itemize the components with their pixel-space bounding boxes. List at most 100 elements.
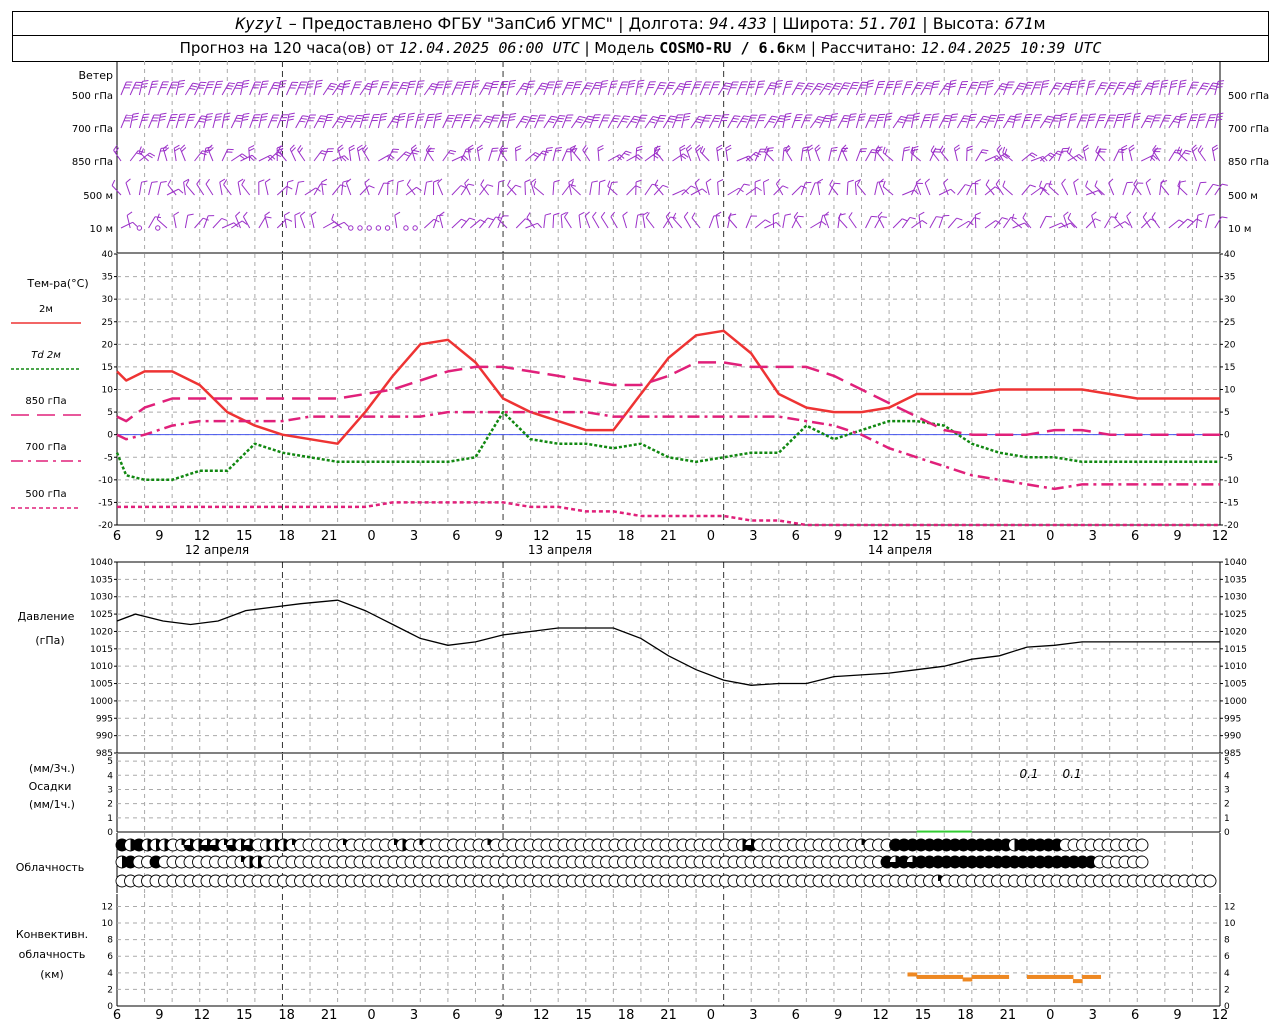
wind-barb [310,211,317,229]
wind-barb-shaft [854,181,857,196]
wind-barb-feather [1203,82,1210,85]
wind-barb [1214,183,1228,196]
conv-tick-label-right: 10 [1224,919,1236,929]
wind-barb-shaft [469,81,475,96]
wind-level-label-right: 700 гПа [1228,124,1269,135]
wind-barb [883,112,893,129]
wind-barb-shaft [230,82,238,96]
wind-barb [975,149,989,162]
wind-barb-feather [945,114,952,117]
wind-barb-feather [343,83,351,85]
wind-barb-feather [173,211,180,216]
wind-barb [773,185,789,196]
wind-barb-feather [775,86,782,88]
time-tick-label: 9 [495,529,503,544]
precip-tick-label: 2 [107,800,113,810]
wind-barb-feather [509,79,516,82]
wind-barb-feather [526,212,531,218]
day-label: 14 апреля [868,543,932,557]
conv-cloud-segment [1091,974,1102,979]
wind-barb-feather [216,113,223,115]
wind-barb-feather [555,83,563,85]
wind-barb-feather [553,179,560,183]
wind-barb [341,179,349,196]
wind-barb-feather [379,118,386,121]
wind-barb-feather [486,115,494,118]
conv-title-2: облачность [19,948,86,961]
wind-barb [920,114,932,129]
wind-barb-shaft [1195,114,1201,129]
wind-barb-shaft [460,114,467,129]
wind-barb-shaft [791,114,798,129]
wind-barb-feather [676,88,683,91]
wind-barb-feather [1060,115,1067,118]
wind-barb-feather [1212,144,1218,149]
wind-barb [901,81,914,96]
wind-barb-shaft [138,114,144,129]
wind-barb-feather [832,113,839,115]
wind-barb-shaft [515,147,517,162]
wind-barb-feather [1197,213,1204,216]
wind-barb-shaft [708,115,716,129]
time-tick-label-bottom: 15 [915,1008,932,1023]
wind-barb-feather [678,85,685,88]
temp-tick-label: -10 [98,476,113,486]
wind-barb-feather [964,115,971,117]
wind-barb-shaft [892,218,903,229]
wind-barb-feather [1016,113,1023,115]
conv-tick-label-right: 6 [1224,952,1230,962]
wind-barb-feather [954,147,961,152]
temp-tick-label-right: 20 [1224,340,1236,350]
wind-barb-feather [773,212,779,216]
wind-barb-feather [1162,79,1169,82]
wind-barb [911,220,928,229]
pressure-tick-label: 1020 [90,627,113,637]
wind-barb-shaft [488,148,493,162]
wind-barb-feather [286,218,293,222]
wind-barb [644,81,656,96]
wind-barb-shaft [561,114,568,129]
wind-barb-feather [668,84,675,87]
wind-barb [600,211,609,229]
wind-barb [626,79,636,96]
conv-cloud-segment [1063,974,1074,979]
wind-barb-feather [557,117,564,120]
wind-barb [1177,112,1188,129]
time-tick-label-bottom: 21 [660,1008,677,1023]
wind-barb-feather [559,115,566,117]
wind-barb-feather [1221,183,1228,186]
wind-barb-feather [652,116,659,119]
wind-barb-feather [243,211,248,217]
wind-barb [598,179,606,196]
wind-barb-feather [317,120,324,123]
wind-barb [763,179,770,196]
wind-barb-feather [381,112,388,115]
wind-barb-shaft [592,216,600,229]
temp-tick-label-right: -5 [1224,453,1233,463]
wind-barb-feather [925,84,932,87]
wind-barb [874,80,886,96]
wind-barb-feather [319,117,326,120]
wind-barb-feather [613,117,620,120]
wind-barb-shaft [642,215,646,229]
wind-barb-shaft [506,114,511,129]
wind-barb [966,217,981,229]
wind-barb-feather [142,79,149,82]
wind-barb-shaft [957,184,966,196]
wind-barb [837,212,848,229]
wind-barb-feather [509,82,516,85]
wind-barb-shaft [368,114,375,129]
wind-barb-feather [141,82,148,85]
wind-barb-shaft [120,221,133,229]
wind-barb-shaft [451,81,458,96]
wind-barb-shaft [515,218,526,229]
wind-barb-feather [346,117,353,120]
wind-barb-shaft [564,216,572,229]
wind-barb [1214,80,1225,96]
wind-barb-shaft [283,215,287,229]
temp-tick-label: 0 [107,431,113,441]
wind-barb-feather [611,80,618,83]
wind-barb [1159,79,1169,96]
wind-barb-feather [1217,112,1224,115]
time-tick-label-bottom: 12 [533,1008,550,1023]
